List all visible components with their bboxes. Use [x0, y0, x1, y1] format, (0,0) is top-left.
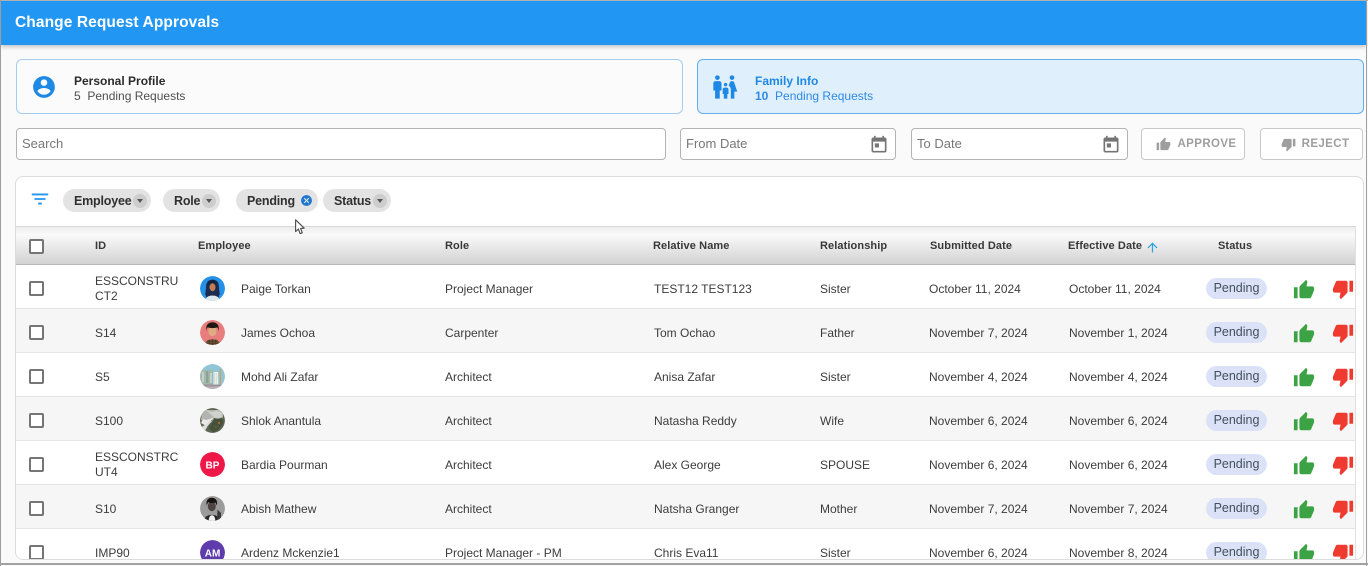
svg-text:BP: BP [206, 461, 220, 472]
svg-text:AM: AM [205, 549, 221, 560]
